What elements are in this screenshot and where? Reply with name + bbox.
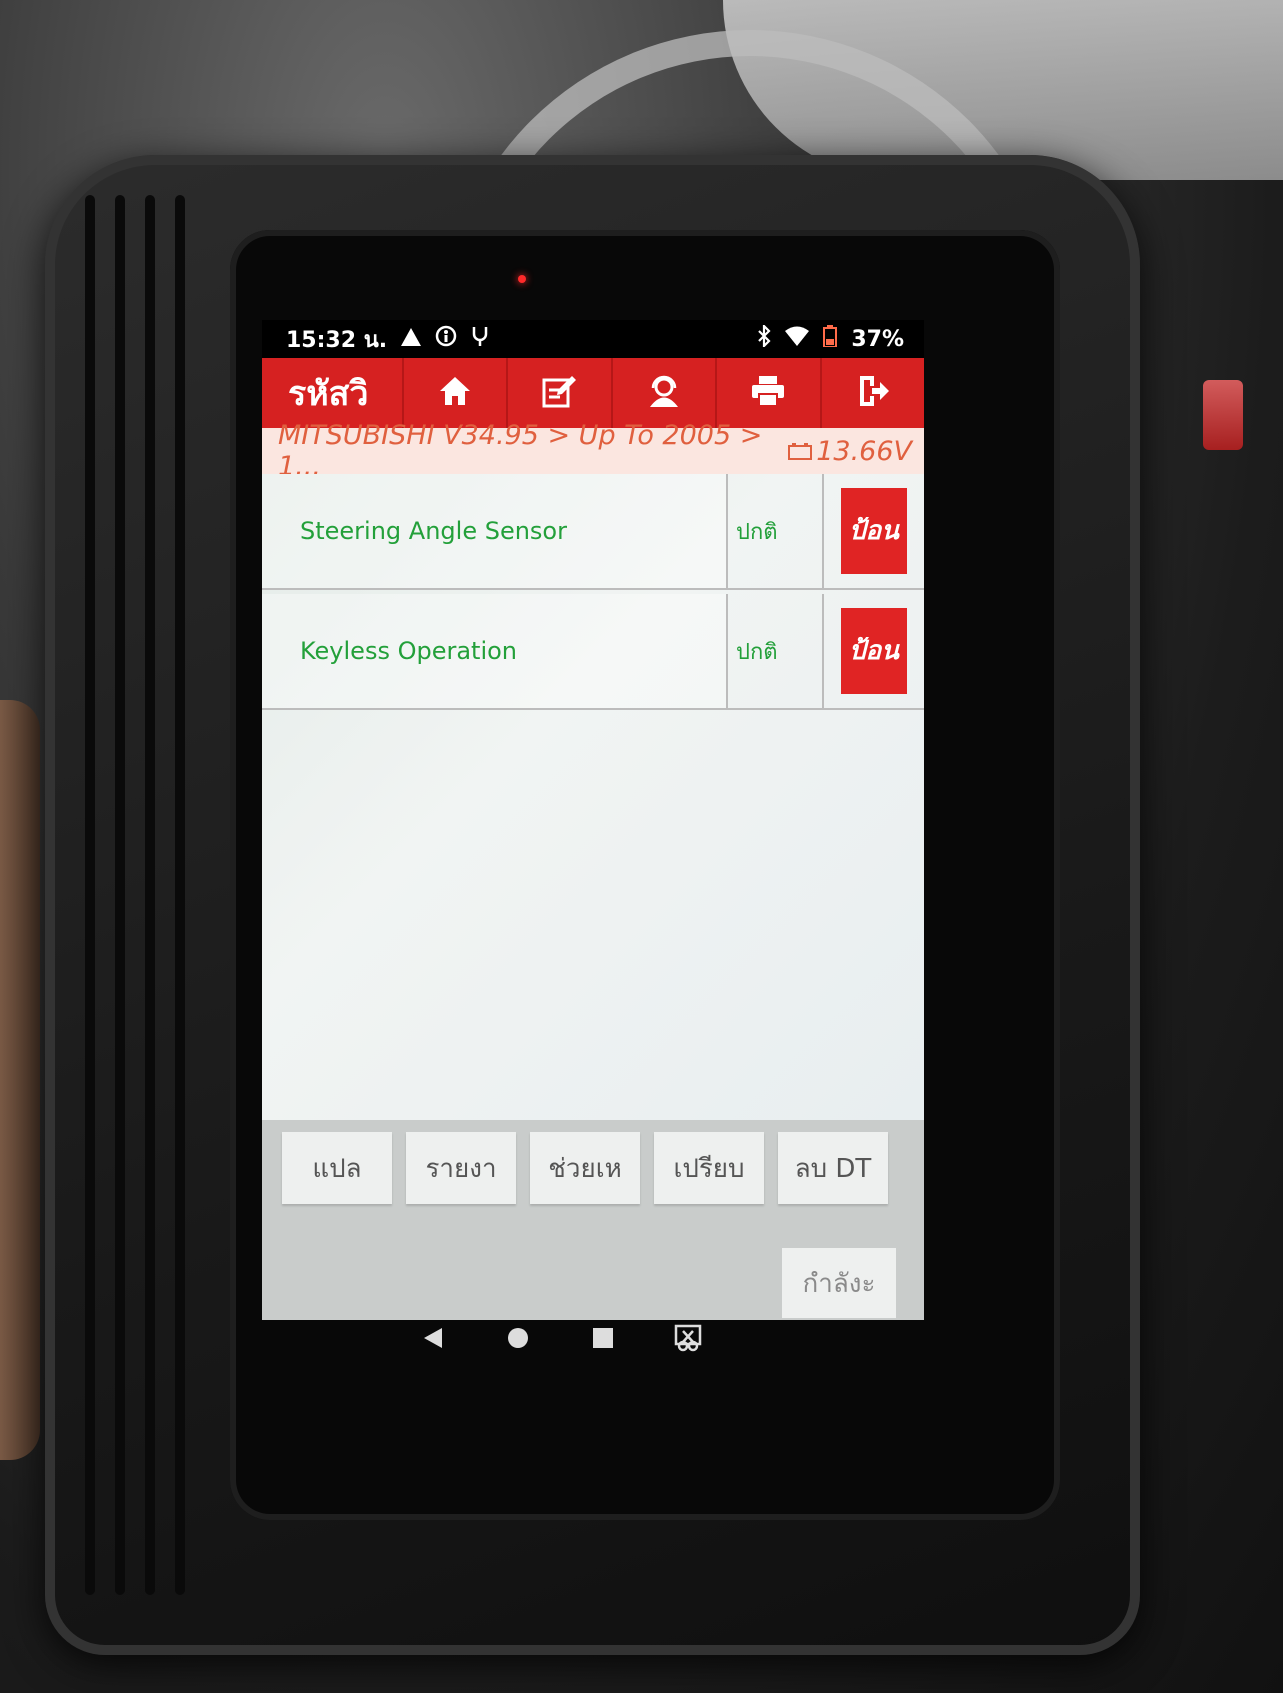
row-action-cell: ป้อน bbox=[824, 474, 924, 588]
accessibility-icon bbox=[435, 325, 457, 353]
print-icon bbox=[750, 375, 786, 411]
android-status-bar: 15:32 น. 37% bbox=[262, 320, 924, 358]
help-button[interactable]: ช่วยเห bbox=[530, 1132, 640, 1204]
system-name: Keyless Operation bbox=[262, 594, 728, 708]
system-status: ปกติ bbox=[728, 474, 824, 588]
device-grip bbox=[115, 195, 125, 1595]
battery-percent: 37% bbox=[851, 326, 904, 352]
support-icon bbox=[646, 374, 682, 412]
function-bar: แปล รายงา ช่วยเห เปรียบ ลบ DT กำลังะ bbox=[262, 1120, 924, 1320]
app-toolbar: รหัสวิ bbox=[262, 358, 924, 428]
compare-button[interactable]: เปรียบ bbox=[654, 1132, 764, 1204]
clock: 15:32 น. bbox=[286, 327, 388, 353]
home-button[interactable] bbox=[402, 358, 506, 428]
car-battery-icon bbox=[788, 436, 813, 467]
system-status: ปกติ bbox=[728, 594, 824, 708]
enter-button[interactable]: ป้อน bbox=[841, 488, 907, 574]
android-nav-bar bbox=[390, 1310, 730, 1370]
page-title: รหัสวิ bbox=[288, 374, 369, 414]
support-button[interactable] bbox=[610, 358, 715, 428]
bluetooth-icon bbox=[757, 323, 771, 353]
system-name: Steering Angle Sensor bbox=[262, 474, 728, 588]
device-grip bbox=[145, 195, 155, 1595]
enter-button[interactable]: ป้อน bbox=[841, 608, 907, 694]
edit-button[interactable] bbox=[506, 358, 610, 428]
clear-dtc-button[interactable]: ลบ DT bbox=[778, 1132, 888, 1204]
device-screen: 15:32 น. 37% รหัสวิ MITSUBISHI V34.95 > … bbox=[262, 320, 924, 1320]
table-row: Keyless Operation ปกติ ป้อน bbox=[262, 594, 924, 710]
edit-icon bbox=[542, 374, 578, 412]
camera-led bbox=[518, 275, 526, 283]
home-nav-button[interactable] bbox=[493, 1315, 543, 1365]
battery-icon bbox=[823, 325, 838, 353]
row-action-cell: ป้อน bbox=[824, 594, 924, 708]
print-button[interactable] bbox=[715, 358, 819, 428]
translate-button[interactable]: แปล bbox=[282, 1132, 392, 1204]
recents-button[interactable] bbox=[578, 1315, 628, 1365]
back-button[interactable] bbox=[408, 1315, 458, 1365]
square-icon bbox=[592, 1327, 614, 1353]
system-list: Steering Angle Sensor ปกติ ป้อน Keyless … bbox=[262, 474, 924, 1120]
breadcrumb: MITSUBISHI V34.95 > Up To 2005 > 1... 13… bbox=[262, 420, 924, 482]
background-dash-light bbox=[1203, 380, 1243, 450]
device-grip bbox=[175, 195, 185, 1595]
breadcrumb-path: MITSUBISHI V34.95 > Up To 2005 > 1... bbox=[278, 420, 763, 482]
device-grip bbox=[85, 195, 95, 1595]
screenshot-button[interactable] bbox=[663, 1315, 713, 1365]
back-icon bbox=[422, 1326, 444, 1354]
processing-indicator: กำลังะ bbox=[782, 1248, 896, 1318]
home-icon bbox=[438, 375, 472, 411]
circle-icon bbox=[506, 1326, 530, 1354]
voltage-value: 13.66V bbox=[816, 435, 912, 467]
screenshot-icon bbox=[674, 1324, 702, 1356]
stethoscope-icon bbox=[471, 326, 489, 352]
exit-button[interactable] bbox=[819, 358, 924, 428]
exit-icon bbox=[856, 374, 890, 412]
background-hand bbox=[0, 700, 40, 1460]
voltage-readout: 13.66V bbox=[788, 436, 912, 467]
report-button[interactable]: รายงา bbox=[406, 1132, 516, 1204]
warning-icon bbox=[401, 327, 422, 352]
table-row: Steering Angle Sensor ปกติ ป้อน bbox=[262, 474, 924, 590]
wifi-icon bbox=[785, 326, 810, 352]
